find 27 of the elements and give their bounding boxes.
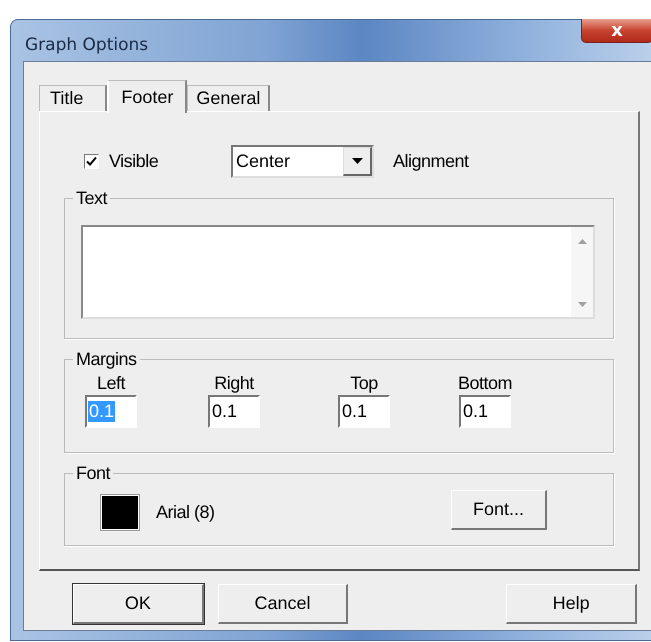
scroll-down-icon[interactable] [578, 302, 586, 307]
window-title: Graph Options [25, 34, 148, 54]
font-description: Arial (8) [156, 502, 216, 523]
caret-icon [352, 158, 362, 164]
margin-field[interactable]: 0.1 [459, 395, 512, 428]
margin-field[interactable]: 0.1 [208, 395, 260, 428]
alignment-dropdown[interactable]: Center [231, 144, 374, 178]
text-area[interactable] [81, 225, 595, 319]
dialog-button[interactable]: Cancel [218, 584, 348, 624]
visible-checkbox[interactable] [84, 154, 99, 168]
margin-label: Right [214, 373, 254, 393]
close-button[interactable]: x [581, 19, 651, 43]
tab[interactable]: Footer [107, 80, 188, 113]
alignment-label: Alignment [393, 150, 469, 172]
visible-label: Visible [109, 150, 158, 172]
dialog-button[interactable]: OK [73, 584, 204, 624]
scroll-up-icon[interactable] [578, 239, 586, 244]
margin-field[interactable]: 0.1 [338, 395, 390, 428]
tab[interactable]: Title [39, 85, 108, 111]
margin-label: Top [350, 373, 378, 393]
scroll-bar[interactable] [571, 227, 593, 317]
font-button[interactable]: Font... [451, 490, 547, 530]
margin-label: Left [96, 373, 126, 393]
dialog-button[interactable]: Help [506, 584, 638, 624]
tab[interactable]: General [187, 85, 270, 111]
margin-label: Bottom [458, 373, 512, 393]
color-swatch[interactable] [101, 495, 139, 530]
